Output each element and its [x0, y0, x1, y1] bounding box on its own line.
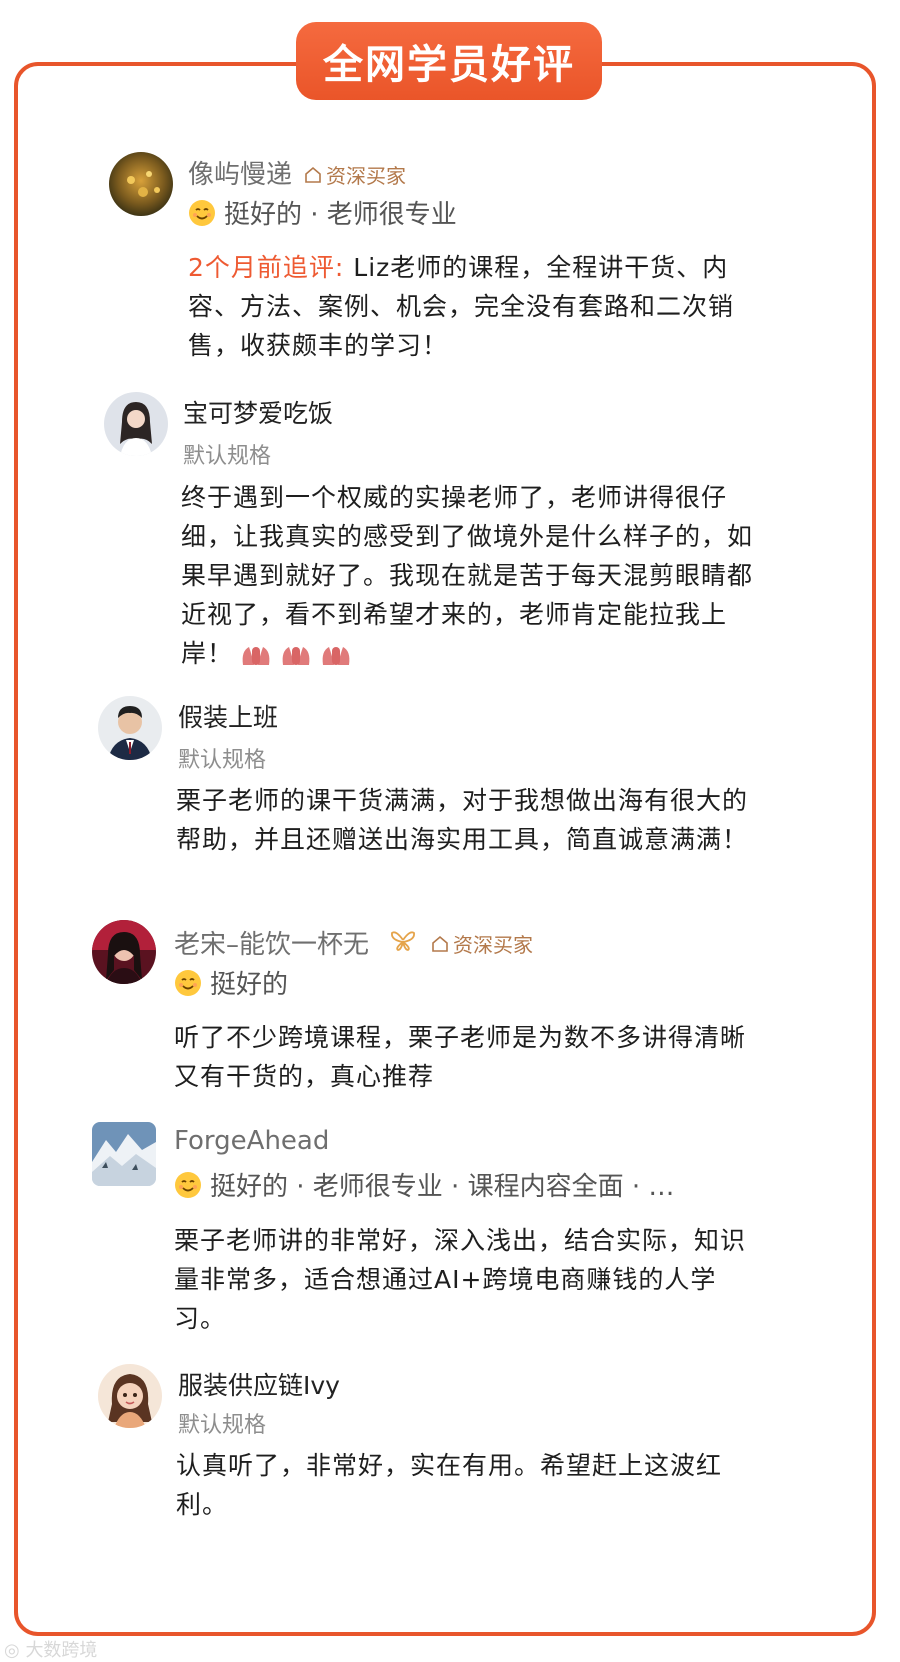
happy-emoji-icon	[189, 199, 215, 226]
spec-label: 默认规格	[178, 748, 267, 773]
username[interactable]: 假装上班	[178, 698, 278, 734]
spec-label: 默认规格	[183, 444, 272, 469]
butterfly-icon	[391, 931, 415, 951]
senior-buyer-badge: 资深买家	[303, 160, 406, 189]
avatar[interactable]	[109, 152, 173, 216]
followup-label: 2个月前追评:	[188, 253, 345, 282]
praying-hands-icon	[282, 647, 310, 665]
avatar[interactable]	[92, 920, 156, 984]
badge-label: 资深买家	[453, 933, 533, 957]
praying-hands-group	[239, 641, 353, 669]
review-body: 栗子老师的课干货满满，对于我想做出海有很大的帮助，并且还赠送出海实用工具，简直诚…	[176, 786, 749, 854]
avatar[interactable]	[98, 1364, 162, 1428]
username[interactable]: 宝可梦爱吃饭	[183, 394, 333, 430]
username[interactable]: 服装供应链Ivy	[178, 1366, 340, 1402]
review-text: 2个月前追评: Liz老师的课程，全程讲干货、内容、方法、案例、机会，完全没有套…	[188, 248, 768, 365]
username[interactable]: 像屿慢递	[188, 154, 292, 191]
username[interactable]: ForgeAhead	[174, 1126, 329, 1156]
spec-label: 默认规格	[178, 1413, 267, 1438]
tags-text: 挺好的 · 老师很专业	[224, 200, 457, 230]
happy-emoji-icon	[175, 1171, 201, 1198]
watermark-text: 大数跨境	[25, 1640, 98, 1661]
avatar[interactable]	[98, 696, 162, 760]
watermark: ◎ 大数跨境	[4, 1640, 98, 1661]
username[interactable]: 老宋–能饮一杯无	[174, 924, 369, 961]
tags-text: 挺好的	[210, 970, 289, 1000]
review-text: 栗子老师讲的非常好，深入浅出，结合实际，知识量非常多，适合想通过AI+跨境电商赚…	[174, 1221, 754, 1338]
review-tags: 挺好的 · 老师很专业 · 课程内容全面 · …	[174, 1166, 674, 1203]
badge-label: 资深买家	[326, 164, 406, 188]
review-body: 认真听了，非常好，实在有用。希望赶上这波红利。	[176, 1451, 723, 1519]
review-text: 认真听了，非常好，实在有用。希望赶上这波红利。	[176, 1446, 756, 1524]
house-icon	[432, 935, 448, 952]
house-icon	[305, 166, 321, 183]
banner-title: 全网学员好评	[296, 22, 602, 100]
review-body: 听了不少跨境课程，栗子老师是为数不多讲得清晰又有干货的，真心推荐	[174, 1023, 747, 1091]
review-tags: 挺好的 · 老师很专业	[188, 194, 457, 231]
review-tags: 挺好的	[174, 964, 288, 1001]
praying-hands-icon	[322, 647, 350, 665]
avatar[interactable]	[92, 1122, 156, 1186]
senior-buyer-badge: 资深买家	[430, 929, 533, 958]
happy-emoji-icon	[175, 969, 201, 996]
praying-hands-icon	[242, 647, 270, 665]
review-text: 栗子老师的课干货满满，对于我想做出海有很大的帮助，并且还赠送出海实用工具，简直诚…	[176, 781, 756, 859]
review-text: 终于遇到一个权威的实操老师了，老师讲得很仔细，让我真实的感受到了做境外是什么样子…	[181, 478, 761, 673]
review-text: 听了不少跨境课程，栗子老师是为数不多讲得清晰又有干货的，真心推荐	[174, 1018, 754, 1096]
tags-text: 挺好的 · 老师很专业 · 课程内容全面 · …	[210, 1172, 675, 1202]
avatar[interactable]	[104, 392, 168, 456]
review-body: 栗子老师讲的非常好，深入浅出，结合实际，知识量非常多，适合想通过AI+跨境电商赚…	[174, 1226, 747, 1333]
